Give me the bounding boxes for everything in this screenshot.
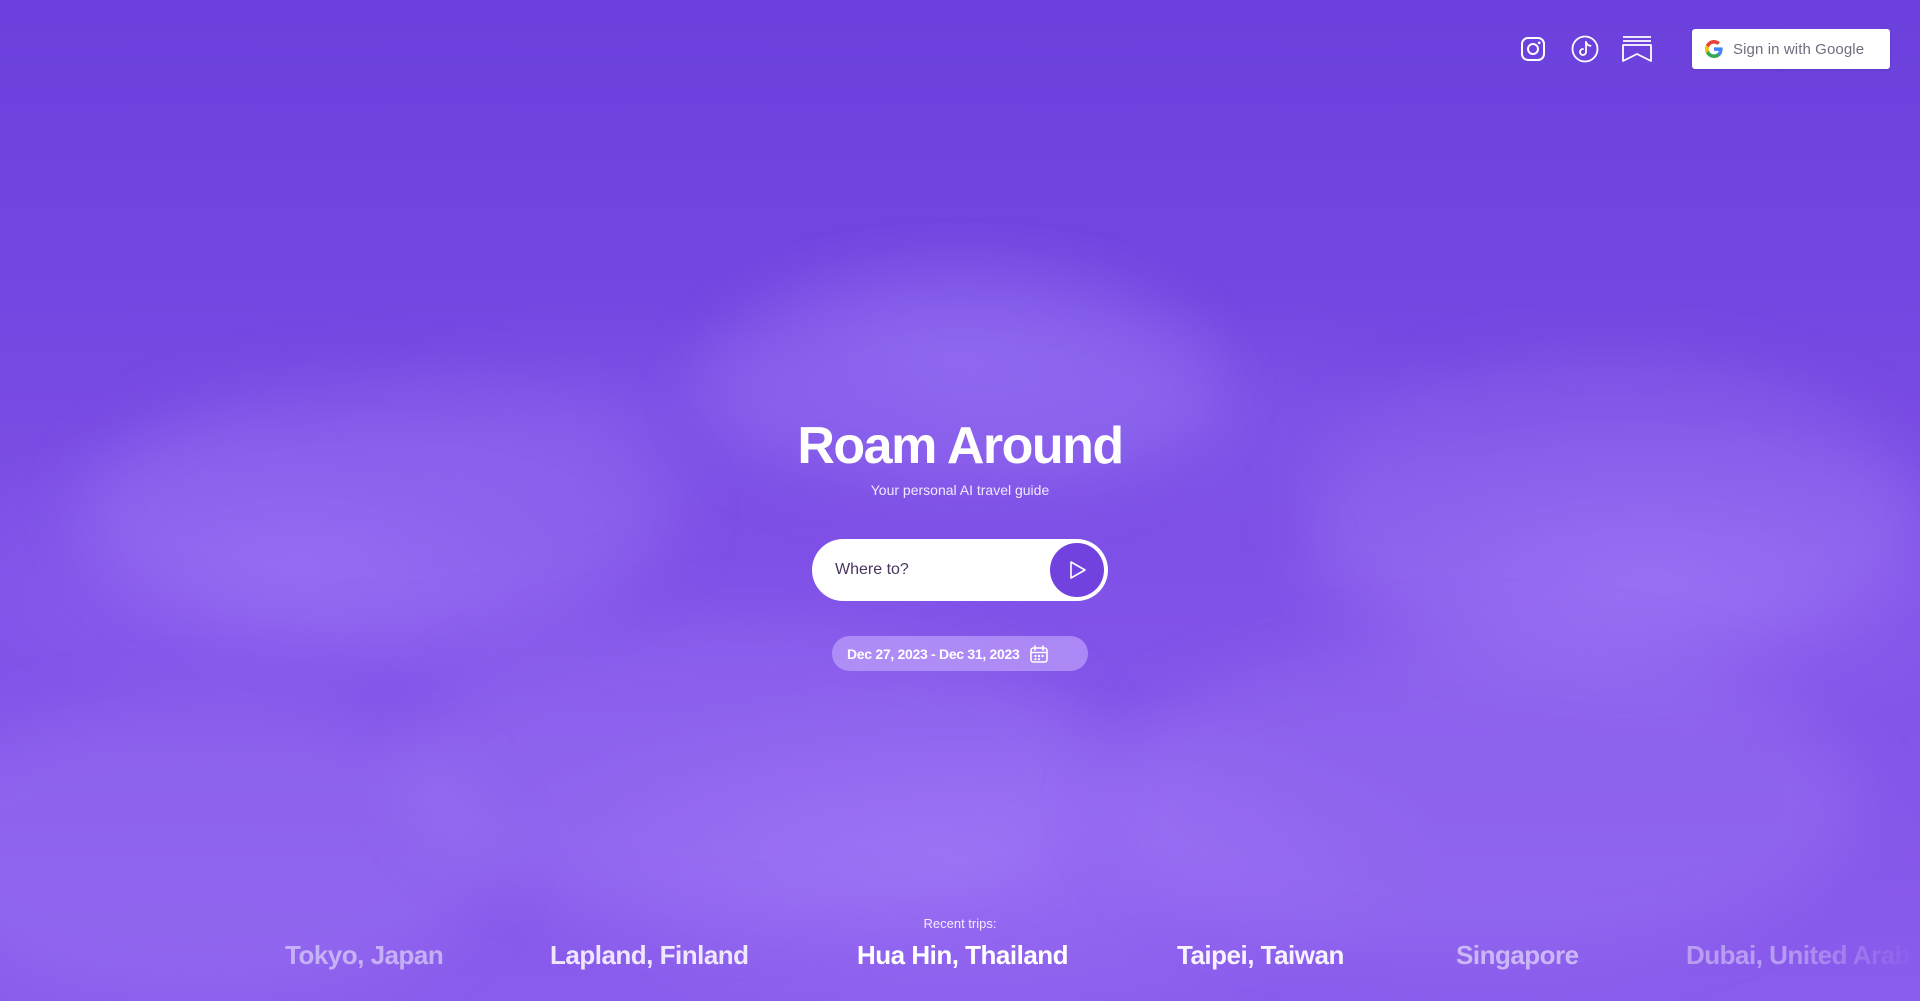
recent-trip-item[interactable]: Singapore [1456, 940, 1579, 971]
date-range-label: Dec 27, 2023 - Dec 31, 2023 [847, 645, 1020, 662]
recent-trip-item[interactable]: Dubai, United Arab Emirates [1686, 940, 1920, 971]
play-arrow-icon [1070, 561, 1086, 579]
recent-trip-item[interactable]: Hua Hin, Thailand [857, 940, 1069, 971]
sign-in-label: Sign in with Google [1733, 40, 1865, 58]
top-nav: Sign in with Google [1518, 29, 1890, 69]
recent-trip-item[interactable]: Lapland, Finland [550, 940, 749, 971]
recent-trips-list: Tokyo, Japan Lapland, Finland Hua Hin, T… [0, 940, 1920, 976]
tiktok-icon[interactable] [1570, 34, 1600, 64]
calendar-icon [1029, 644, 1049, 664]
date-range-picker[interactable]: Dec 27, 2023 - Dec 31, 2023 [832, 636, 1088, 671]
page-subtitle: Your personal AI travel guide [870, 482, 1050, 498]
recent-trips-label: Recent trips: [923, 916, 997, 931]
destination-search [812, 539, 1108, 601]
hero: Roam Around Your personal AI travel guid… [0, 420, 1920, 498]
recent-trip-item[interactable]: Taipei, Taiwan [1177, 940, 1344, 971]
google-icon [1705, 40, 1723, 58]
page-title: Roam Around [797, 417, 1124, 475]
sign-in-google-button[interactable]: Sign in with Google [1692, 29, 1890, 69]
instagram-icon[interactable] [1518, 34, 1548, 64]
destination-input[interactable] [835, 561, 1050, 579]
bookmark-icon[interactable] [1622, 34, 1652, 64]
search-submit-button[interactable] [1050, 543, 1104, 597]
recent-trip-item[interactable]: Tokyo, Japan [285, 940, 444, 971]
cloud-background [0, 0, 1920, 1001]
